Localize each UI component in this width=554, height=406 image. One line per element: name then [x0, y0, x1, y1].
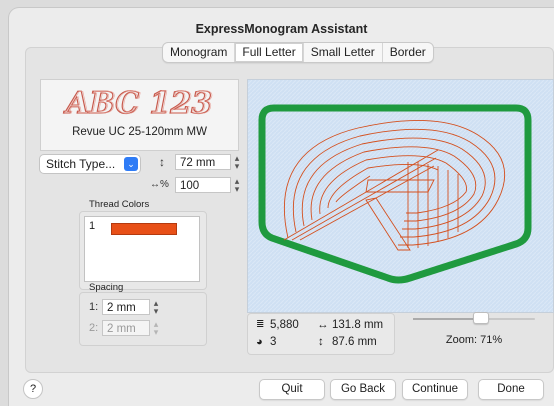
font-preview-image: ABC 123 ABC 123 [62, 85, 214, 120]
width-percent-stepper[interactable]: ▴ ▾ [232, 177, 242, 194]
spacing-2-field: 2 mm [102, 320, 150, 336]
thread-colors-title: Thread Colors [89, 199, 150, 210]
zoom-slider[interactable] [413, 312, 535, 324]
spacing-2-stepper: ▴ ▾ [153, 319, 159, 337]
spacing-1-field[interactable]: 2 mm [102, 299, 150, 315]
thread-colors-group: 1 [79, 211, 207, 290]
font-name-label: Revue UC 25-120mm MW [72, 126, 207, 138]
stitch-type-label: Stitch Type... [46, 157, 116, 171]
help-button[interactable]: ? [23, 379, 43, 399]
tab-small-letter[interactable]: Small Letter [304, 43, 383, 62]
spacing-1-stepper[interactable]: ▴ ▾ [151, 299, 161, 316]
height-stat-icon: ↕ [318, 336, 324, 348]
tab-monogram[interactable]: Monogram [163, 43, 236, 62]
zoom-slider-knob[interactable] [473, 312, 489, 324]
done-button[interactable]: Done [478, 379, 544, 400]
font-selector-card[interactable]: ABC 123 ABC 123 Revue UC 25-120mm MW [40, 79, 239, 151]
tab-full-letter[interactable]: Full Letter [235, 43, 304, 62]
window-title: ExpressMonogram Assistant [195, 22, 368, 36]
spacing-1-label: 1: [89, 301, 99, 313]
height-field[interactable]: 72 mm [175, 154, 231, 170]
width-value: 131.8 mm [332, 319, 384, 331]
height-value: 87.6 mm [332, 336, 377, 348]
monogram-design [248, 80, 553, 312]
spacing-2-label: 2: [89, 322, 99, 334]
zoom-slider-fill [413, 318, 480, 320]
color-count-value: 3 [270, 336, 277, 348]
width-percent-icon: ↔% [150, 179, 169, 190]
palette-icon: ◕ [256, 336, 263, 348]
thread-number: 1 [89, 220, 96, 232]
quit-button[interactable]: Quit [259, 379, 325, 400]
zoom-label: Zoom: 71% [445, 334, 503, 346]
svg-text:ABC 123: ABC 123 [64, 86, 213, 120]
thread-color-list[interactable]: 1 [84, 216, 200, 282]
chevron-down-icon: ⌄ [124, 157, 138, 171]
assistant-window: ExpressMonogram Assistant Monogram Full … [9, 8, 554, 406]
height-stepper[interactable]: ▴ ▾ [232, 154, 242, 171]
continue-button[interactable]: Continue [402, 379, 468, 400]
tab-bar: Monogram Full Letter Small Letter Border [162, 42, 434, 63]
go-back-button[interactable]: Go Back [330, 379, 396, 400]
stitch-count-value: 5,880 [270, 319, 299, 331]
width-percent-field[interactable]: 100 [175, 177, 231, 193]
monogram-preview[interactable] [247, 79, 554, 313]
design-stats: ≣ 5,880 ◕ 3 ↔ 131.8 mm ↕ 87.6 mm [247, 313, 395, 355]
height-icon: ↕ [159, 155, 165, 169]
width-icon: ↔ [317, 319, 329, 331]
thread-color-swatch[interactable] [111, 223, 177, 235]
stitch-type-popup[interactable]: Stitch Type... ⌄ [39, 154, 141, 174]
tab-border[interactable]: Border [383, 43, 433, 62]
stitch-count-icon: ≣ [256, 319, 265, 330]
